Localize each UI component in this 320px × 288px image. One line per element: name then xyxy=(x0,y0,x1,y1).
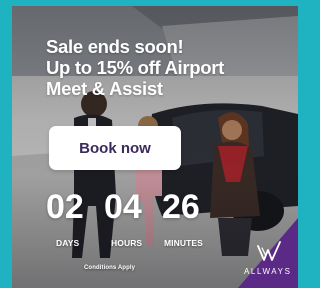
teal-frame-left xyxy=(0,0,12,288)
countdown-hours-value: 04 xyxy=(104,188,142,226)
conditions-apply-text: Conditions Apply xyxy=(84,265,136,271)
book-now-button[interactable]: Book now xyxy=(49,126,181,170)
headline-line-1: Sale ends soon! xyxy=(46,36,184,57)
teal-frame-right xyxy=(298,0,308,288)
countdown-days-value: 02 xyxy=(46,188,84,226)
airport-meet-assist-ad[interactable]: Sale ends soon! Up to 15% off Airport Me… xyxy=(0,0,308,288)
headline-line-3: Meet & Assist xyxy=(46,78,163,99)
countdown-minutes-value: 26 xyxy=(162,188,200,226)
headline: Sale ends soon! Up to 15% off Airport Me… xyxy=(46,36,276,99)
countdown-minutes-label: MINUTES xyxy=(164,238,203,248)
allways-logo-icon xyxy=(257,241,281,261)
countdown-hours-label: HOURS xyxy=(111,238,143,248)
headline-line-2: Up to 15% off Airport xyxy=(46,57,225,78)
countdown-days-label: DAYS xyxy=(56,238,80,248)
brand-name: ALLWAYS xyxy=(244,267,292,276)
